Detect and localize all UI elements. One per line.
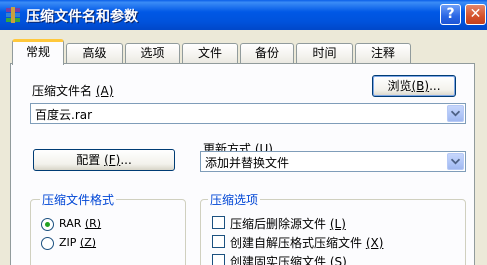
rar-radio[interactable] (41, 218, 54, 231)
tab-label: 高级 (82, 46, 107, 60)
browse-accesskey: (B) (411, 79, 430, 93)
delete-after-archiving-accesskey: (L) (329, 217, 346, 231)
tab-label: 选项 (140, 46, 165, 60)
archiving-options-title: 压缩选项 (208, 191, 261, 208)
update-mode-combobox[interactable]: 添加并替换文件 (200, 151, 466, 172)
tab-options[interactable]: 选项 (125, 43, 180, 64)
chevron-down-icon (450, 158, 461, 165)
archive-name-label-text: 压缩文件名 (32, 84, 93, 98)
create-solid-text: 创建固实压缩文件 (230, 255, 327, 265)
winrar-app-icon (6, 7, 20, 23)
zip-radio-label[interactable]: ZIP (Z) (59, 236, 96, 249)
archive-name-label: 压缩文件名 (A) (32, 82, 113, 99)
create-solid-accesskey: (S) (329, 255, 347, 265)
delete-after-archiving-label[interactable]: 压缩后删除源文件 (L) (230, 215, 346, 232)
browse-ellipsis: ... (429, 79, 441, 93)
create-solid-checkbox[interactable] (212, 254, 225, 265)
help-icon: ? (446, 6, 455, 22)
rar-label-text: RAR (59, 217, 82, 230)
create-sfx-text: 创建自解压格式压缩文件 (230, 236, 363, 250)
tab-general[interactable]: 常规 (12, 39, 64, 65)
update-mode-dropdown-button[interactable] (447, 153, 464, 170)
archive-format-groupbox (30, 199, 186, 265)
title-bar[interactable]: 压缩文件名和参数 ? ✕ (0, 0, 487, 30)
rar-accesskey: (R) (84, 217, 102, 230)
create-sfx-accesskey: (X) (365, 236, 384, 250)
rar-radio-label[interactable]: RAR (R) (59, 217, 101, 230)
profiles-button-label: 配置 (76, 153, 101, 167)
help-button[interactable]: ? (440, 4, 461, 25)
update-mode-value: 添加并替换文件 (205, 156, 290, 170)
create-solid-label[interactable]: 创建固实压缩文件 (S) (230, 253, 347, 265)
chevron-down-icon (450, 110, 461, 117)
delete-after-archiving-text: 压缩后删除源文件 (230, 217, 327, 231)
tab-advanced[interactable]: 高级 (66, 43, 123, 64)
tab-label: 常规 (25, 45, 50, 59)
close-icon: ✕ (469, 6, 482, 22)
archive-name-combobox[interactable]: 百度云.rar (30, 103, 466, 124)
tab-label: 注释 (370, 46, 395, 60)
create-sfx-checkbox[interactable] (212, 235, 225, 248)
tab-comment[interactable]: 注释 (355, 43, 411, 64)
window-title: 压缩文件名和参数 (26, 9, 138, 25)
tab-label: 文件 (197, 46, 222, 60)
browse-button-label: 浏览 (387, 79, 412, 93)
radio-selected-dot (45, 222, 50, 227)
archive-name-accesskey: (A) (95, 84, 114, 98)
archive-name-value: 百度云.rar (35, 108, 93, 122)
tab-time[interactable]: 时间 (296, 43, 353, 64)
tab-label: 备份 (254, 46, 279, 60)
zip-accesskey: (Z) (79, 236, 97, 249)
profiles-ellipsis: ... (120, 153, 132, 167)
create-sfx-label[interactable]: 创建自解压格式压缩文件 (X) (230, 234, 383, 251)
profiles-button[interactable]: 配置 (F)... (33, 149, 175, 171)
tab-backup[interactable]: 备份 (240, 43, 294, 64)
archive-name-dropdown-button[interactable] (447, 105, 464, 122)
zip-label-text: ZIP (59, 236, 77, 249)
browse-button[interactable]: 浏览(B)... (372, 75, 456, 97)
profiles-accesskey: (F) (104, 153, 121, 167)
delete-after-archiving-checkbox[interactable] (212, 216, 225, 229)
tab-label: 时间 (312, 46, 337, 60)
close-button[interactable]: ✕ (465, 4, 486, 25)
archive-format-title: 压缩文件格式 (40, 191, 117, 208)
zip-radio[interactable] (41, 237, 54, 250)
tab-files[interactable]: 文件 (182, 43, 238, 64)
